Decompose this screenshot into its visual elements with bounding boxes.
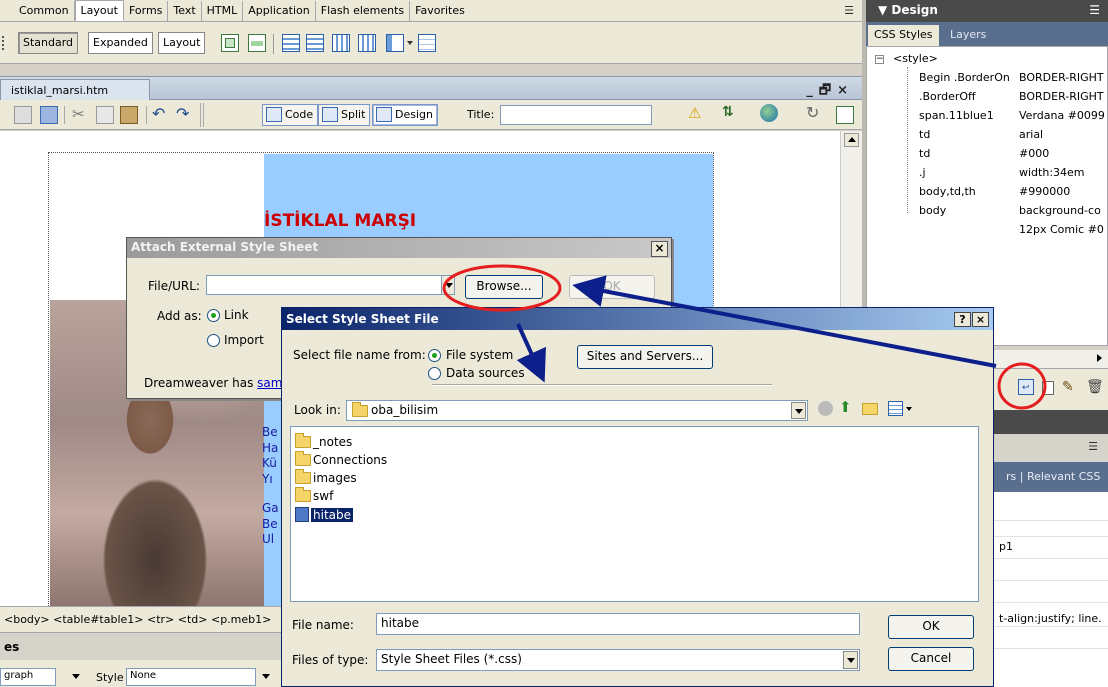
browse-highlight-circle — [442, 264, 562, 312]
annotation-overlay — [442, 264, 1047, 410]
attach-icon-highlight-circle — [997, 362, 1047, 410]
attach-to-browse-arrow — [572, 275, 997, 368]
browse-to-dialog-arrow — [516, 323, 546, 383]
